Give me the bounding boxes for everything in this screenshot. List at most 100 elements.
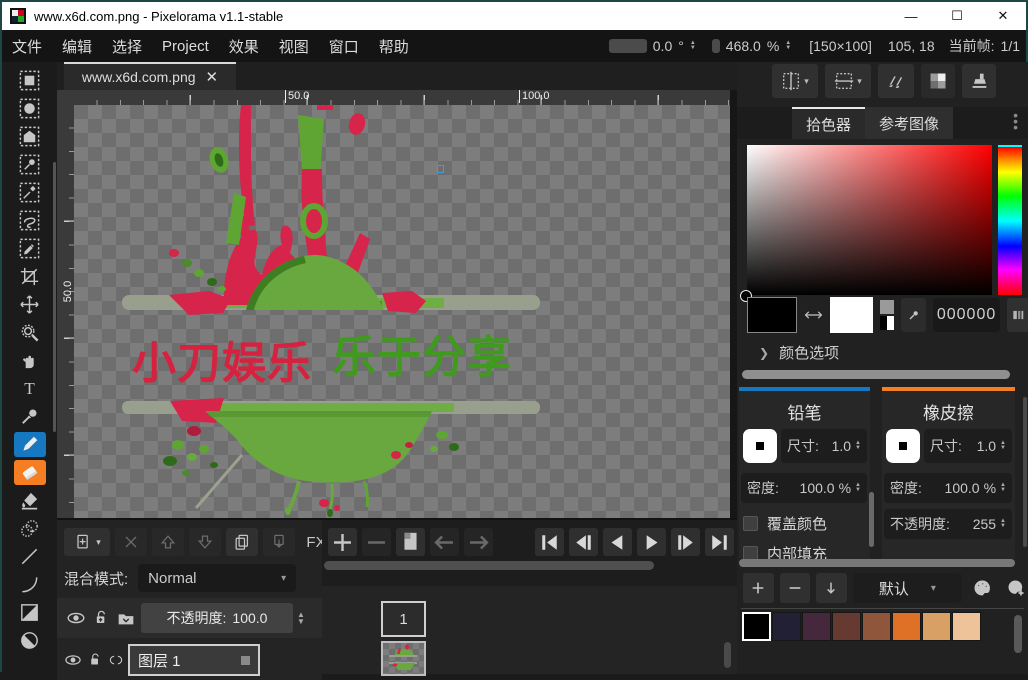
- remove-frame-button[interactable]: [362, 528, 391, 556]
- next-frame-button[interactable]: [671, 528, 700, 556]
- go-first-frame-button[interactable]: [535, 528, 564, 556]
- color-picker-tool[interactable]: [14, 404, 46, 429]
- menu-select[interactable]: 选择: [102, 36, 152, 57]
- crop-tool[interactable]: [14, 264, 46, 289]
- tab-reference-images[interactable]: 参考图像: [865, 107, 953, 139]
- move-frame-left-button[interactable]: [430, 528, 459, 556]
- go-last-frame-button[interactable]: [705, 528, 734, 556]
- cel-thumbnail[interactable]: [381, 641, 426, 676]
- magic-wand-tool[interactable]: [14, 180, 46, 205]
- link-cels-icon[interactable]: [107, 651, 125, 669]
- rotation-spinner[interactable]: ▲▼: [690, 41, 696, 51]
- swap-colors-icon[interactable]: [804, 307, 823, 323]
- layer-eye-icon[interactable]: [63, 650, 83, 670]
- palette-edit-button[interactable]: [968, 573, 996, 603]
- overwrite-color-option[interactable]: 覆盖颜色: [743, 513, 827, 534]
- transparency-view-button[interactable]: [921, 64, 955, 98]
- primary-color-swatch[interactable]: [747, 297, 797, 333]
- rect-select-tool[interactable]: [14, 68, 46, 93]
- vertical-ruler[interactable]: 50.0: [57, 105, 74, 520]
- rotation-slider[interactable]: [609, 39, 647, 53]
- layer-lock-icon[interactable]: [86, 651, 104, 669]
- overwrite-color-checkbox[interactable]: [743, 516, 758, 531]
- palette-add-color-button[interactable]: [743, 573, 774, 603]
- frame-1-button[interactable]: 1: [381, 601, 426, 637]
- panel-menu-icon[interactable]: •••: [1013, 112, 1018, 130]
- hex-color-input[interactable]: 000000: [933, 298, 1000, 332]
- menu-file[interactable]: 文件: [2, 36, 52, 57]
- palette-select-dropdown[interactable]: 默认 ▾: [853, 573, 962, 603]
- opacity-spin-arrows[interactable]: ▲▼: [297, 611, 305, 625]
- pencil-panel-scrollbar[interactable]: [869, 492, 874, 547]
- clone-layer-button[interactable]: [226, 528, 258, 556]
- menu-effects[interactable]: 效果: [219, 36, 269, 57]
- color-options-expander[interactable]: ❯ 颜色选项: [759, 342, 839, 363]
- delete-layer-button[interactable]: [115, 528, 147, 556]
- menu-project[interactable]: Project: [152, 38, 219, 55]
- palette-swatch[interactable]: [832, 612, 861, 641]
- menu-view[interactable]: 视图: [269, 36, 319, 57]
- palette-sort-button[interactable]: [816, 573, 847, 603]
- move-frame-right-button[interactable]: [464, 528, 493, 556]
- lock-icon[interactable]: [91, 608, 111, 628]
- add-layer-button[interactable]: ▾: [64, 528, 110, 556]
- timeline-vscrollbar[interactable]: [724, 642, 731, 668]
- dynamics-button[interactable]: [878, 64, 914, 98]
- layer-opacity-spinner[interactable]: 不透明度: 100.0: [141, 603, 293, 633]
- clone-frame-button[interactable]: [396, 528, 425, 556]
- play-button[interactable]: [637, 528, 666, 556]
- timeline-hscrollbar[interactable]: [324, 561, 654, 570]
- menu-edit[interactable]: 编辑: [52, 36, 102, 57]
- ellipse-select-tool[interactable]: [14, 96, 46, 121]
- zoom-tool[interactable]: [14, 320, 46, 345]
- bucket-tool[interactable]: [14, 488, 46, 513]
- palette-swatch[interactable]: [952, 612, 981, 641]
- close-button[interactable]: ✕: [980, 2, 1026, 30]
- palette-scrollbar[interactable]: [1014, 615, 1022, 653]
- saturation-value-picker[interactable]: [747, 145, 992, 295]
- eraser-size-spinner[interactable]: 尺寸: 1.0 ▲▼: [924, 429, 1012, 463]
- palette-new-button[interactable]: [1002, 573, 1028, 603]
- pencil-brush-button[interactable]: [743, 429, 777, 463]
- zoom-value[interactable]: 468.0: [726, 38, 761, 54]
- move-tool[interactable]: [14, 292, 46, 317]
- pick-color-button[interactable]: [901, 298, 926, 332]
- color-select-tool[interactable]: [14, 152, 46, 177]
- tab-color-picker[interactable]: 拾色器: [792, 107, 865, 139]
- menu-window[interactable]: 窗口: [319, 36, 369, 57]
- visibility-eye-icon[interactable]: [65, 607, 87, 629]
- picker-hscrollbar[interactable]: [742, 370, 1010, 379]
- merge-down-button[interactable]: [263, 528, 295, 556]
- palette-swatch[interactable]: [922, 612, 951, 641]
- palette-swatch[interactable]: [772, 612, 801, 641]
- curve-tool[interactable]: [14, 572, 46, 597]
- palette-remove-color-button[interactable]: [780, 573, 811, 603]
- play-backwards-button[interactable]: [603, 528, 632, 556]
- pencil-tool-active[interactable]: [14, 432, 46, 457]
- rectangle-shape-tool[interactable]: [14, 600, 46, 625]
- palette-swatch[interactable]: [802, 612, 831, 641]
- horizontal-ruler[interactable]: 50.0 100.0: [74, 90, 730, 105]
- layer-row[interactable]: 图层 1: [57, 640, 322, 680]
- ellipse-shape-tool[interactable]: [14, 628, 46, 653]
- palette-swatch[interactable]: [892, 612, 921, 641]
- drawing-canvas[interactable]: 小刀娱乐 乐于分享: [74, 105, 730, 520]
- tab-current-file[interactable]: www.x6d.com.png ✕: [64, 62, 236, 90]
- tab-close-icon[interactable]: ✕: [206, 68, 219, 86]
- minimize-button[interactable]: —: [888, 2, 934, 30]
- eraser-brush-button[interactable]: [886, 429, 920, 463]
- maximize-button[interactable]: ☐: [934, 2, 980, 30]
- pencil-density-spinner[interactable]: 密度: 100.0 % ▲▼: [741, 473, 867, 503]
- hue-slider[interactable]: [998, 145, 1022, 295]
- layer-name-cell[interactable]: 图层 1: [128, 644, 260, 676]
- palette-swatch[interactable]: [742, 612, 771, 641]
- eraser-opacity-spinner[interactable]: 不透明度: 255 ▲▼: [884, 509, 1012, 539]
- rotation-value[interactable]: 0.0: [653, 38, 672, 54]
- color-mode-button[interactable]: [1007, 298, 1028, 332]
- layer-group-icon[interactable]: [115, 607, 137, 629]
- zoom-slider[interactable]: [712, 39, 720, 53]
- move-layer-up-button[interactable]: [152, 528, 184, 556]
- palette-swatch[interactable]: [862, 612, 891, 641]
- tools-hscrollbar[interactable]: [739, 559, 1015, 567]
- secondary-color-swatch[interactable]: [830, 297, 874, 333]
